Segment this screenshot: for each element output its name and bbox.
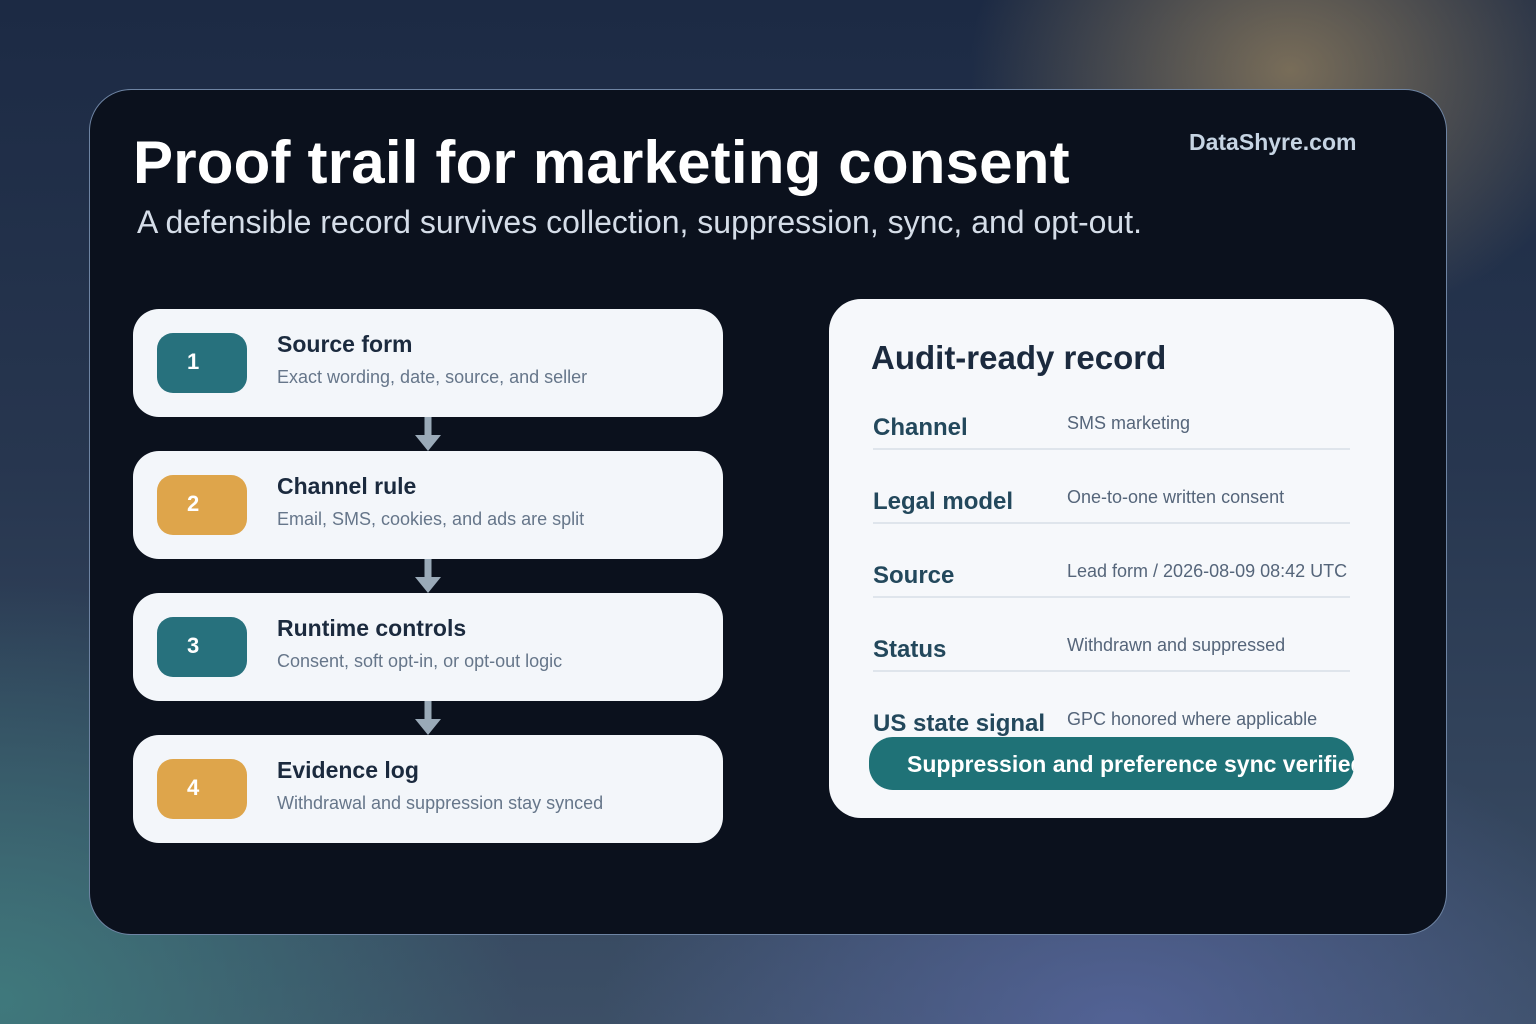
step-description: Consent, soft opt-in, or opt-out logic <box>277 651 563 671</box>
step-number: 1 <box>187 349 200 374</box>
record-row-label: Legal model <box>873 488 1014 515</box>
record-row-label: Source <box>873 562 955 589</box>
record-row-label: US state signal <box>873 710 1046 737</box>
sync-verified-banner: Suppression and preference sync verified <box>869 737 1354 790</box>
step-runtime-controls: 3 Runtime controls Consent, soft opt-in,… <box>133 593 723 701</box>
step-title: Source form <box>277 331 413 357</box>
record-title: Audit-ready record <box>871 339 1167 376</box>
step-number-badge: 4 <box>157 759 247 819</box>
record-row-legal-model: Legal model One-to-one written consent <box>873 484 1350 524</box>
step-title: Runtime controls <box>277 615 467 641</box>
step-number-badge: 3 <box>157 617 247 677</box>
step-number: 3 <box>187 633 200 658</box>
record-row-source: Source Lead form / 2026-08-09 08:42 UTC <box>873 558 1350 598</box>
record-row-value: Withdrawn and suppressed <box>1067 635 1286 655</box>
step-description: Withdrawal and suppression stay synced <box>277 793 604 813</box>
record-row-label: Status <box>873 636 947 663</box>
record-row-value: One-to-one written consent <box>1067 487 1285 507</box>
audit-record-panel: Audit-ready record Channel SMS marketing… <box>829 299 1394 818</box>
step-title: Channel rule <box>277 473 417 499</box>
page-subtitle: A defensible record survives collection,… <box>137 204 1142 240</box>
step-title: Evidence log <box>277 757 419 783</box>
step-number-badge: 1 <box>157 333 247 393</box>
page-title: Proof trail for marketing consent <box>133 129 1070 196</box>
record-row-status: Status Withdrawn and suppressed <box>873 632 1350 672</box>
arrow-down-icon <box>415 559 441 593</box>
step-number: 2 <box>187 491 200 516</box>
sync-verified-text: Suppression and preference sync verified <box>907 751 1354 777</box>
record-row-value: Lead form / 2026-08-09 08:42 UTC <box>1067 561 1348 581</box>
record-row-value: SMS marketing <box>1067 413 1191 433</box>
arrow-down-icon <box>415 701 441 735</box>
record-row-label: Channel <box>873 414 968 441</box>
brand-label: DataShyre.com <box>1189 129 1357 155</box>
step-evidence-log: 4 Evidence log Withdrawal and suppressio… <box>133 735 723 843</box>
step-source-form: 1 Source form Exact wording, date, sourc… <box>133 309 723 417</box>
step-description: Exact wording, date, source, and seller <box>277 367 588 387</box>
arrow-down-icon <box>415 417 441 451</box>
record-row-channel: Channel SMS marketing <box>873 410 1350 450</box>
step-description: Email, SMS, cookies, and ads are split <box>277 509 585 529</box>
record-row-value: GPC honored where applicable <box>1067 709 1318 729</box>
consent-proof-card: Proof trail for marketing consent DataSh… <box>89 89 1447 935</box>
step-number: 4 <box>187 775 200 800</box>
step-number-badge: 2 <box>157 475 247 535</box>
step-channel-rule: 2 Channel rule Email, SMS, cookies, and … <box>133 451 723 559</box>
